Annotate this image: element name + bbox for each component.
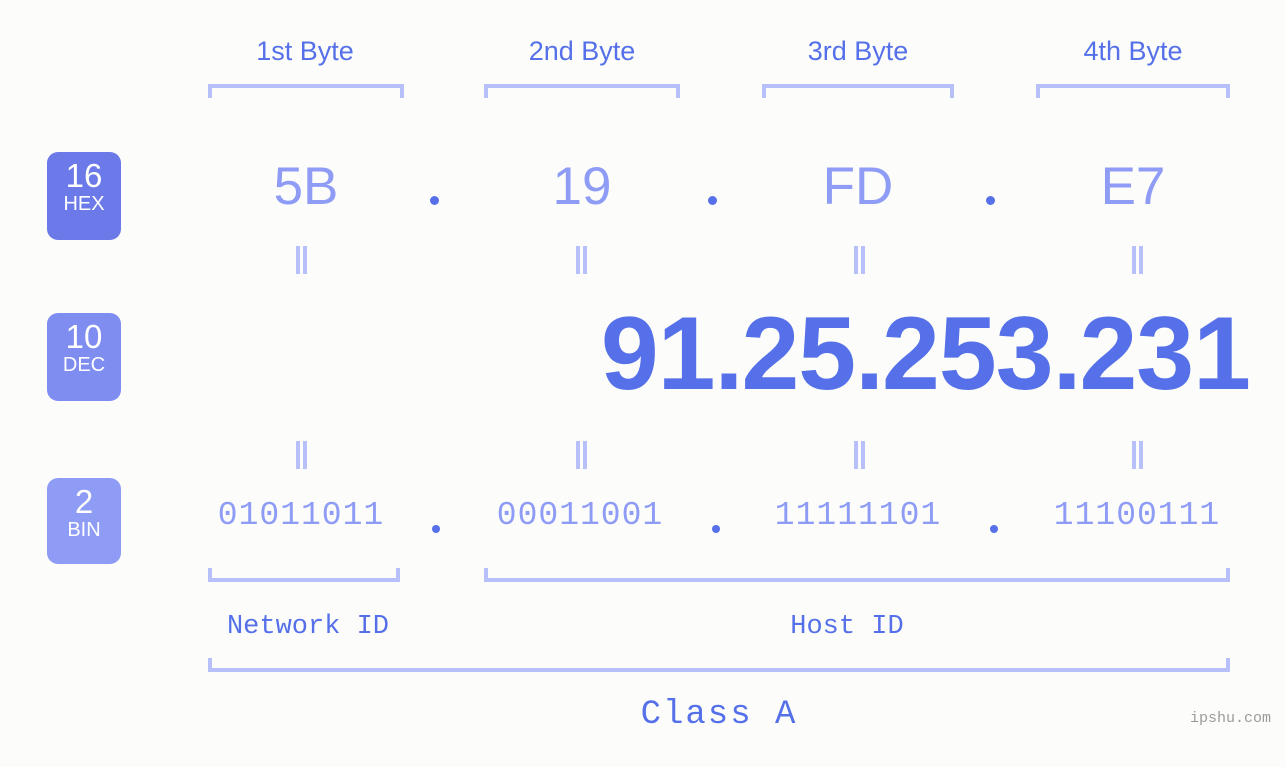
class-label: Class A: [640, 696, 798, 734]
equals-mark-dec-bin-1: [292, 441, 310, 469]
hex-separator-dot-3: [986, 196, 995, 205]
dec-separator-1: .: [714, 296, 744, 412]
byte-bracket-3: [762, 84, 954, 98]
hex-separator-dot-2: [708, 196, 717, 205]
base-badge-hex-label: HEX: [63, 193, 105, 215]
binary-octet-2: 00011001: [496, 497, 664, 534]
hex-octet-3: FD: [822, 157, 894, 216]
equals-mark-hex-dec-4: [1128, 246, 1146, 274]
watermark: ipshu.com: [1189, 710, 1271, 727]
byte-header-1: 1st Byte: [256, 36, 354, 66]
dec-separator-3: .: [1052, 296, 1082, 412]
dec-octet-2: 25: [741, 296, 856, 412]
equals-mark-hex-dec-1: [292, 246, 310, 274]
decimal-ip-row: 91.25.253.231: [180, 296, 1251, 412]
network-id-bracket: [208, 568, 400, 582]
byte-bracket-2: [484, 84, 680, 98]
equals-mark-hex-dec-3: [850, 246, 868, 274]
base-badge-dec-number: 10: [65, 318, 103, 355]
byte-header-4: 4th Byte: [1083, 36, 1183, 66]
hex-octet-2: 19: [552, 157, 612, 216]
base-badge-hex-number: 16: [65, 157, 103, 194]
binary-separator-dot-1: [432, 525, 440, 533]
binary-separator-dot-2: [712, 525, 720, 533]
equals-mark-dec-bin-2: [572, 441, 590, 469]
ip-address-diagram: 1st Byte 2nd Byte 3rd Byte 4th Byte 16 H…: [0, 0, 1285, 767]
byte-bracket-1: [208, 84, 404, 98]
hex-octet-4: E7: [1100, 157, 1166, 216]
byte-header-3: 3rd Byte: [807, 36, 909, 66]
base-badge-bin: 2 BIN: [47, 478, 121, 564]
hex-octet-1: 5B: [273, 157, 339, 216]
equals-mark-dec-bin-4: [1128, 441, 1146, 469]
binary-octet-3: 11111101: [774, 497, 942, 534]
network-id-label: Network ID: [226, 612, 390, 642]
dec-separator-2: .: [855, 296, 884, 412]
class-bracket: [208, 658, 1230, 672]
base-badge-dec: 10 DEC: [47, 313, 121, 401]
equals-mark-dec-bin-3: [850, 441, 868, 469]
binary-octet-1: 01011011: [217, 497, 385, 534]
host-id-label: Host ID: [790, 612, 904, 642]
base-badge-bin-label: BIN: [67, 519, 101, 541]
binary-separator-dot-3: [990, 525, 998, 533]
hex-separator-dot-1: [430, 196, 439, 205]
equals-mark-hex-dec-2: [572, 246, 590, 274]
dec-octet-4: 231: [1079, 296, 1251, 412]
host-id-bracket: [484, 568, 1230, 582]
base-badge-hex: 16 HEX: [47, 152, 121, 240]
dec-octet-3: 253: [882, 296, 1054, 412]
byte-bracket-4: [1036, 84, 1230, 98]
base-badge-bin-number: 2: [74, 483, 94, 520]
binary-octet-4: 11100111: [1053, 497, 1221, 534]
byte-header-2: 2nd Byte: [528, 36, 636, 66]
base-badge-dec-label: DEC: [62, 354, 106, 376]
dec-octet-1: 91: [600, 296, 716, 412]
